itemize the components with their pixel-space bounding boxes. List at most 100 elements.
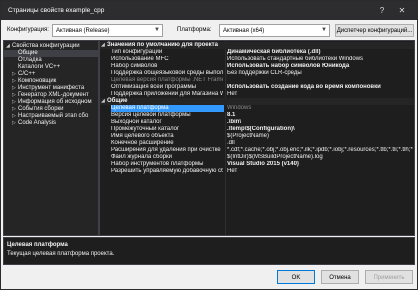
property-row-selected[interactable]: Целевая платформа Windows xyxy=(100,105,414,112)
tree-item-code-analysis[interactable]: ▷ Code Analysis xyxy=(12,120,98,127)
window-title: Страницы свойств example_cpp xyxy=(8,7,105,14)
property-name: Расширения для удаления при очистке xyxy=(111,147,221,153)
property-row[interactable]: Тип конфигурации Динамическая библиотека… xyxy=(100,49,414,56)
property-row[interactable]: Конечное расширение .dll xyxy=(100,140,414,147)
property-value[interactable]: Нет xyxy=(227,91,413,98)
property-name: Выходной каталог xyxy=(111,119,162,125)
tree-item-label: События сборки xyxy=(18,106,64,112)
property-value[interactable]: Нет xyxy=(227,168,413,175)
property-value[interactable]: .\bin\ xyxy=(227,119,413,126)
property-name: Поддержка приложений для Магазина Wind xyxy=(111,91,223,97)
property-value[interactable]: .\temp\$(Configuration)\ xyxy=(227,126,413,133)
property-name: Целевая версия платформы .NET Framework xyxy=(111,77,223,83)
property-row[interactable]: Расширения для удаления при очистке *.cd… xyxy=(100,147,414,154)
category-label: Значения по умолчанию для проекта xyxy=(107,42,218,48)
property-name: Набор инструментов платформы xyxy=(111,161,204,167)
property-name: Конечное расширение xyxy=(111,140,174,146)
property-value[interactable]: $(ProjectName) xyxy=(227,133,413,140)
property-value[interactable]: Использовать создание кода во время комп… xyxy=(227,84,413,91)
tree-item-label: Компоновщик xyxy=(18,78,57,84)
ok-button[interactable]: OK xyxy=(277,270,315,284)
property-row[interactable]: Файл журнала сборки $(IntDir)$(MSBuildPr… xyxy=(100,154,414,161)
tree-item-label: Code Analysis xyxy=(18,120,57,126)
tree-item-linker[interactable]: ▷ Компоновщик xyxy=(12,78,98,85)
property-value[interactable]: *.cdf;*.cache;*.obj;*.obj.enc;*.ilk;*.ip… xyxy=(227,147,413,154)
chevron-down-icon: ▼ xyxy=(321,27,327,33)
property-row[interactable]: Разрешить управляемую добавочную сборк Н… xyxy=(100,168,414,175)
property-value[interactable]: $(IntDir)$(MSBuildProjectName).log xyxy=(227,154,413,161)
category-label: Общие xyxy=(107,98,128,104)
property-name: Набор символов xyxy=(111,63,158,69)
property-value[interactable]: Использовать набор символов Юникода xyxy=(227,63,413,70)
close-button[interactable]: ✕ xyxy=(395,5,409,17)
property-value[interactable]: Использовать стандартные библиотеки Wind… xyxy=(227,56,413,63)
tree-item-label: Общие xyxy=(18,50,38,56)
platform-select[interactable]: Активная (x64) ▼ xyxy=(219,24,330,37)
property-row[interactable]: Набор инструментов платформы Visual Stud… xyxy=(100,161,414,168)
tree-item-build-events[interactable]: ▷ События сборки xyxy=(12,106,98,113)
property-name: Тип конфигурации xyxy=(111,49,163,55)
property-name: Версия целевой платформы xyxy=(111,112,191,118)
property-name: Файл журнала сборки xyxy=(111,154,173,160)
property-row[interactable]: Выходной каталог .\bin\ xyxy=(100,119,414,126)
configuration-select-value: Активная (Release) xyxy=(56,28,110,34)
property-tree: ◢ Свойства конфигурации Общие Отладка Кат… xyxy=(4,41,98,235)
property-value[interactable]: 8.1 xyxy=(227,112,413,119)
category-project-defaults[interactable]: ◢ Значения по умолчанию для проекта xyxy=(100,42,414,49)
property-pages-window: Страницы свойств example_cpp ? ✕ Конфигу… xyxy=(0,0,418,290)
property-name: Имя целевого объекта xyxy=(111,133,174,139)
property-grid: ◢ Значения по умолчанию для проекта Тип к… xyxy=(100,41,414,235)
tree-item-xml-generator[interactable]: ▷ Генератор XML-документ xyxy=(12,92,98,99)
tree-item-configuration-properties[interactable]: ◢ Свойства конфигурации xyxy=(6,43,98,50)
tree-item-manifest-tool[interactable]: ▷ Инструмент манифеста xyxy=(12,85,98,92)
title-bar: Страницы свойств example_cpp ? ✕ xyxy=(1,1,417,20)
platform-label: Платформа: xyxy=(177,27,212,33)
property-value[interactable]: Windows xyxy=(227,105,413,112)
tree-item-label: Инструмент манифеста xyxy=(18,85,85,91)
properties-content: ◢ Свойства конфигурации Общие Отладка Кат… xyxy=(3,40,415,236)
tree-item-vc-directories[interactable]: Каталоги VC++ xyxy=(18,64,98,71)
property-name: Целевая платформа xyxy=(111,105,224,112)
property-row[interactable]: Оптимизация всей программы Использовать … xyxy=(100,84,414,91)
property-row[interactable]: Версия целевой платформы 8.1 xyxy=(100,112,414,119)
configuration-manager-button[interactable]: Диспетчер конфигураций... xyxy=(335,24,414,37)
description-title: Целевая платформа xyxy=(7,242,68,248)
apply-button[interactable]: Применить xyxy=(365,270,413,284)
property-row[interactable]: Набор символов Использовать набор символ… xyxy=(100,63,414,70)
cancel-button[interactable]: Отмена xyxy=(321,270,359,284)
chevron-down-icon: ▼ xyxy=(154,27,160,33)
tree-item-browse-information[interactable]: ▷ Информация об исходном xyxy=(12,99,98,106)
property-row[interactable]: Использование MFC Использовать стандартн… xyxy=(100,56,414,63)
property-name: Оптимизация всей программы xyxy=(111,84,197,90)
tree-item-label: Информация об исходном xyxy=(18,99,92,105)
tree-item-label: C/C++ xyxy=(18,71,36,77)
collapse-icon[interactable]: ◢ xyxy=(100,42,107,49)
description-panel: Целевая платформа Текущая целевая платфо… xyxy=(3,237,415,265)
property-row[interactable]: Промежуточный каталог .\temp\$(Configura… xyxy=(100,126,414,133)
category-general[interactable]: ◢ Общие xyxy=(100,98,414,105)
property-name: Поддержка общеязыковой среды выполнен xyxy=(111,70,223,76)
collapse-icon[interactable]: ◢ xyxy=(100,98,107,105)
property-row[interactable]: Поддержка приложений для Магазина Wind Н… xyxy=(100,91,414,98)
property-value[interactable]: Без поддержки CLR-среды xyxy=(227,70,413,77)
property-row[interactable]: Поддержка общеязыковой среды выполнен Бе… xyxy=(100,70,414,77)
configuration-select[interactable]: Активная (Release) ▼ xyxy=(52,24,163,37)
tree-item-label: Отладка xyxy=(18,57,42,63)
tree-item-label: Свойства конфигурации xyxy=(12,43,80,49)
property-value[interactable]: .dll xyxy=(227,140,413,147)
property-name: Использование MFC xyxy=(111,56,169,62)
property-name: Промежуточный каталог xyxy=(111,126,180,132)
property-value[interactable]: Visual Studio 2015 (v140) xyxy=(227,161,413,168)
tree-item-general[interactable]: Общие xyxy=(4,50,98,57)
tree-item-cpp[interactable]: ▷ C/C++ xyxy=(12,71,98,78)
property-row[interactable]: Имя целевого объекта $(ProjectName) xyxy=(100,133,414,140)
property-name: Разрешить управляемую добавочную сборк xyxy=(111,168,223,174)
tree-item-custom-build-step[interactable]: ▷ Настраиваемый этап сбо xyxy=(12,113,98,120)
property-row[interactable]: Целевая версия платформы .NET Framework xyxy=(100,77,414,84)
property-value[interactable]: Динамическая библиотека (.dll) xyxy=(227,49,413,56)
tree-item-debugging[interactable]: Отладка xyxy=(18,57,98,64)
tree-item-label: Генератор XML-документ xyxy=(18,92,89,98)
dialog-footer: OK Отмена Применить xyxy=(1,266,417,289)
description-text: Текущая целевая платформа проекта. xyxy=(7,251,115,257)
help-button[interactable]: ? xyxy=(375,5,389,17)
